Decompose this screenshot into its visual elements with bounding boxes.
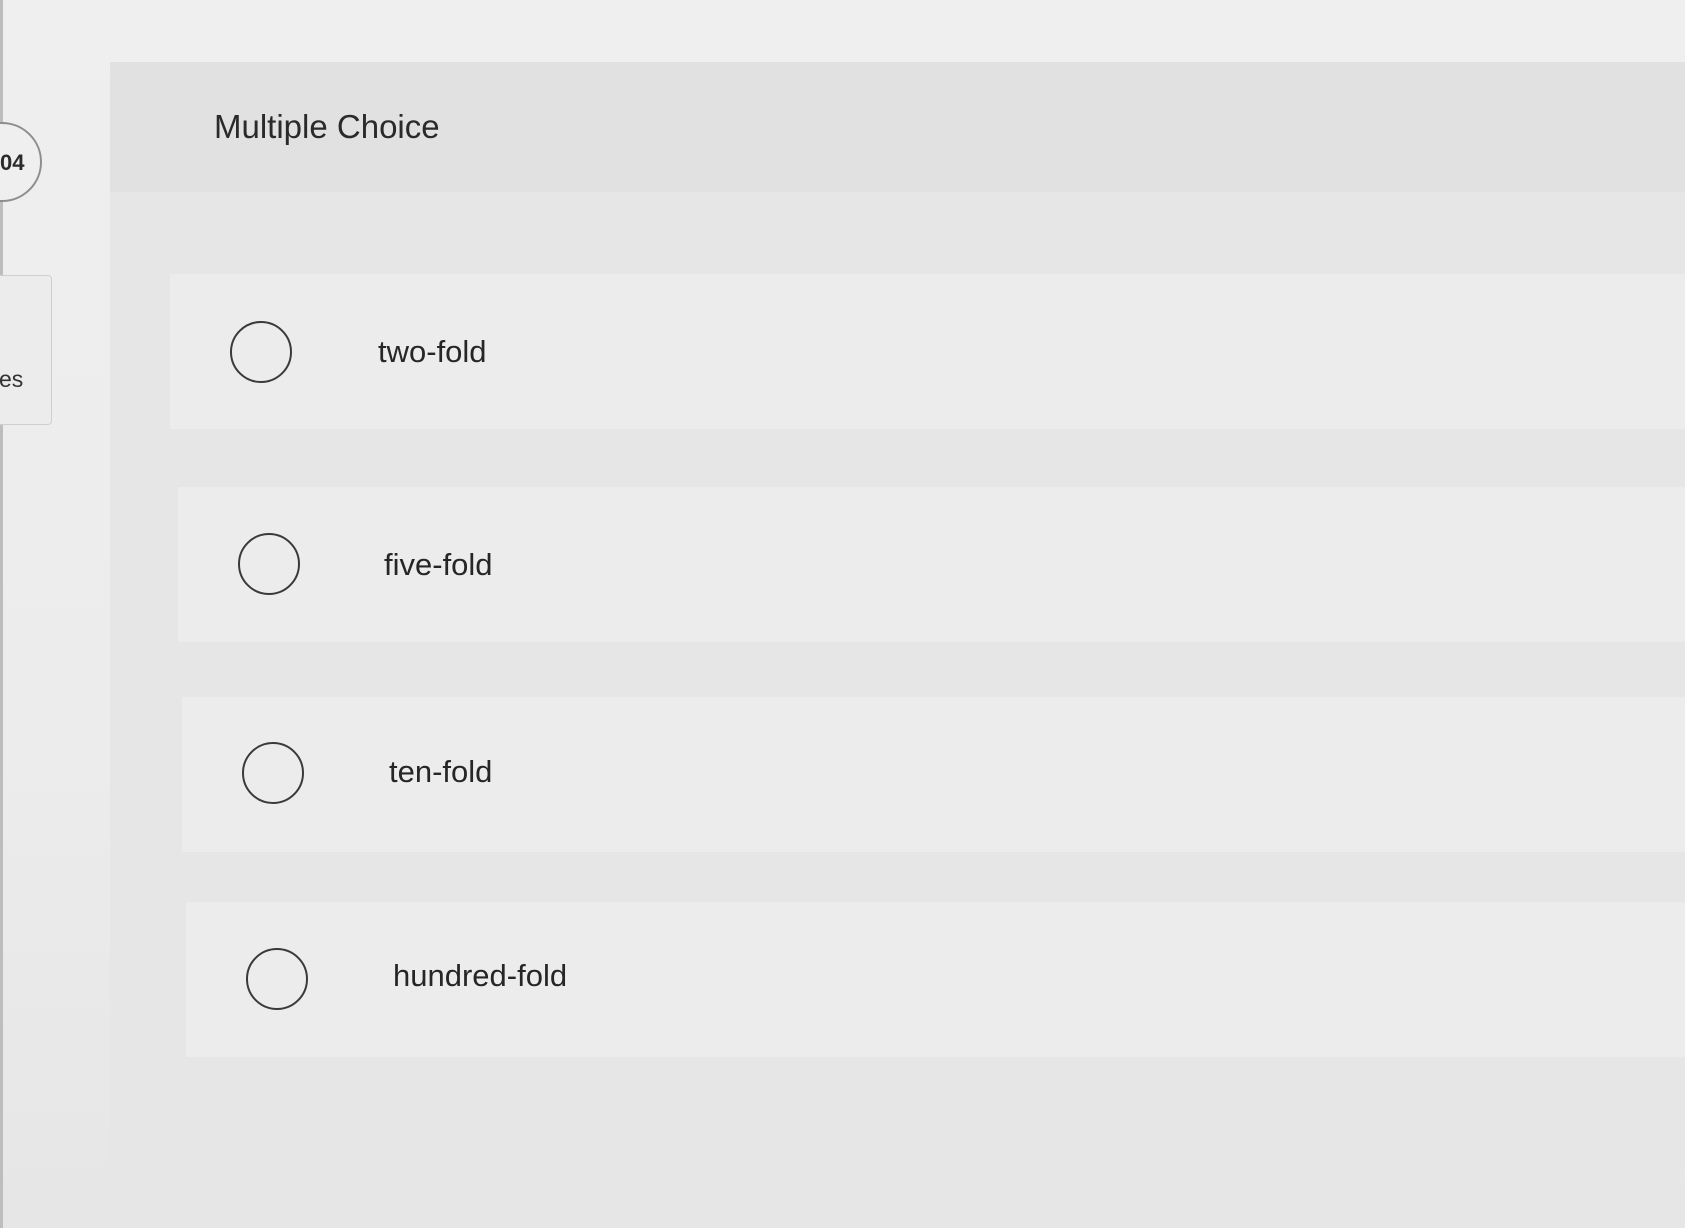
question-number-badge[interactable]: 04: [0, 122, 42, 202]
choice-label: hundred-fold: [393, 958, 568, 993]
choice-label: two-fold: [378, 334, 487, 369]
question-header: Multiple Choice: [110, 62, 1685, 192]
radio-button-icon[interactable]: [230, 321, 292, 383]
question-panel: Multiple Choice two-fold five-fold ten-f…: [110, 62, 1685, 1172]
choice-label: five-fold: [384, 547, 493, 582]
choice-option-hundred-fold[interactable]: hundred-fold: [186, 902, 1685, 1057]
choice-option-two-fold[interactable]: two-fold: [170, 274, 1685, 429]
radio-button-icon[interactable]: [238, 533, 300, 595]
choice-label: ten-fold: [389, 754, 493, 789]
sidebar-card[interactable]: es: [0, 275, 52, 425]
choice-option-five-fold[interactable]: five-fold: [178, 487, 1685, 642]
choice-option-ten-fold[interactable]: ten-fold: [182, 697, 1685, 852]
choices-list: two-fold five-fold ten-fold hundred-fold: [110, 192, 1685, 1172]
radio-button-icon[interactable]: [242, 742, 304, 804]
radio-button-icon[interactable]: [246, 948, 308, 1010]
sidebar-card-text: es: [0, 366, 24, 392]
question-type-title: Multiple Choice: [214, 108, 440, 145]
question-number: 04: [0, 150, 25, 175]
